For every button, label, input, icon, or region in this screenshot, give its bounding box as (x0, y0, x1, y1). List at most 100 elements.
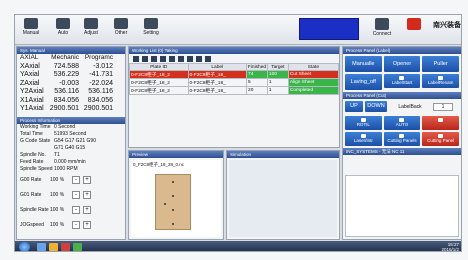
app2-icon[interactable] (73, 243, 82, 251)
drill-hole (172, 195, 174, 197)
alarm-icon (407, 18, 421, 30)
cell-state[interactable]: Completed (287, 86, 340, 95)
prog-value: 536.116 (88, 88, 113, 95)
refresh-icon[interactable] (196, 55, 202, 62)
label-renam-label: LabelRenam (427, 80, 454, 85)
axis-name: YAxial (20, 71, 40, 78)
control-panel: Process Panel (Label) Manualle Opener Pu… (342, 46, 461, 240)
manualle-button[interactable]: Manualle (345, 56, 382, 72)
puller-button[interactable]: Puller (422, 56, 459, 72)
rate-value: 100 % (50, 222, 65, 228)
coord-row: ZAxial -0.003 -22.024 (17, 80, 125, 89)
rate-key: JOGspeed (20, 222, 44, 228)
sort-icon[interactable] (187, 55, 193, 62)
stop-button[interactable] (422, 116, 459, 130)
cell-finished: 74 (246, 70, 268, 79)
table-row[interactable]: 0-F2C8柜子_18_2 0-F2C8柜子_18_ 74 100 Cut Sh… (129, 70, 340, 79)
label-back-text: LabelBack (398, 103, 422, 110)
cutting-panel-button[interactable]: Cutting Panel (422, 132, 459, 146)
folder-icon[interactable] (49, 243, 58, 251)
cell-target: 1 (266, 78, 289, 87)
simulation-canvas[interactable] (229, 160, 337, 237)
rate-row: JOGspeed 100 % - + (17, 218, 125, 233)
rate-minus-button[interactable]: - (72, 191, 80, 199)
cell-label: 0-F2C8柜子_18_ (187, 86, 248, 95)
preview-canvas[interactable]: 0_F2C8柜子_18_28_0.nc (131, 160, 221, 237)
connect-button[interactable]: Connect (367, 17, 397, 43)
remove-icon[interactable] (142, 55, 148, 62)
auto-button[interactable]: Auto (49, 17, 77, 43)
auto-mode-button[interactable]: AUTO (383, 116, 421, 130)
down-button[interactable]: DOWN (365, 101, 387, 112)
label-start-button[interactable]: LabelStart (383, 74, 421, 88)
connect-icon (375, 18, 389, 30)
laser-button[interactable]: Laser/Intr (345, 132, 382, 146)
task-tools (129, 54, 339, 63)
rate-key: G01 Rate (20, 192, 42, 198)
down-icon[interactable] (160, 55, 166, 62)
coordinates-panel: Sys. Manual AXIAL Mechanic Programc XAxi… (16, 46, 126, 240)
rate-minus-button[interactable]: - (72, 206, 80, 214)
up-icon[interactable] (151, 55, 157, 62)
adjust-button[interactable]: Adjust (77, 17, 105, 43)
rate-plus-button[interactable]: + (83, 191, 91, 199)
alarm-button[interactable] (399, 17, 429, 43)
stop-icon (438, 118, 444, 122)
rate-row: G00 Rate 100 % - + (17, 173, 125, 188)
label-back-value[interactable]: 1 (433, 102, 453, 111)
top-icon[interactable] (169, 55, 175, 62)
rate-plus-button[interactable]: + (83, 206, 91, 214)
info-value: G54 G17 G21 G90 (54, 137, 96, 144)
process-title: Process Information (17, 116, 125, 124)
task-header-row: Plate ID Label Finished Target State (129, 63, 340, 71)
cell-state[interactable]: Align Sheet (287, 78, 340, 87)
cutting-panel-label: Cutting Panel (427, 138, 455, 143)
info-key: G Code State (20, 137, 51, 144)
rate-value: 100 % (50, 192, 65, 198)
rate-plus-button[interactable]: + (83, 176, 91, 184)
bottom-icon[interactable] (178, 55, 184, 62)
coord-header-axis: AXIAL (20, 54, 39, 61)
grid-icon[interactable] (205, 55, 211, 62)
cell-label: 0-F2C8柜子_18_ (187, 78, 248, 87)
manual-button[interactable]: Manual (17, 17, 45, 43)
label-button-grid: Manualle Opener Puller Laving_off LabelS… (343, 54, 461, 92)
start-button[interactable] (19, 242, 30, 251)
status-display (299, 18, 359, 40)
info-value: 0.000 mm/min (54, 158, 86, 165)
axis-name: ZAxial (20, 79, 40, 87)
table-row[interactable]: 0-F2C8柜子_18_2 0-F2C8柜子_18_ 5 1 Align She… (129, 78, 340, 87)
simulation-title: Simulation (227, 151, 339, 158)
add-icon[interactable] (133, 55, 139, 62)
other-button[interactable]: Other (107, 17, 135, 43)
rate-minus-button[interactable]: - (72, 176, 80, 184)
coord-header: AXIAL Mechanic Programc (17, 54, 125, 63)
setting-label: Setting (143, 30, 159, 36)
table-row[interactable]: 0-F2C8柜子_18_2 0-F2C8柜子_18_ 20 1 Complete… (129, 86, 340, 95)
explorer-icon[interactable] (37, 243, 46, 251)
label-renam-button[interactable]: LabelRenam (422, 74, 459, 88)
label-start-label: LabelStart (391, 80, 413, 85)
coord-row: YAxial 536.229 -41.731 (17, 71, 125, 80)
app-icon[interactable] (61, 243, 70, 251)
coord-header-mech: Mechanic (51, 54, 79, 61)
cut-button-grid: ROTIL AUTO Laser/Intr Cutting Panels Cut… (343, 114, 461, 148)
opener-button[interactable]: Opener (383, 56, 421, 72)
prog-value: 2900.501 (83, 105, 113, 112)
rate-plus-button[interactable]: + (83, 221, 91, 229)
info-panel-title: INC_SYSTEMS - 无法 NC 11 (343, 148, 461, 155)
clock-date: 2016/1/2 (441, 246, 459, 252)
task-list-panel: Working List (0) Taking Plate ID Label F… (128, 46, 340, 148)
setting-button[interactable]: Setting (137, 17, 165, 43)
up-button[interactable]: UP (345, 101, 363, 112)
axis-name: XAxial (20, 62, 40, 70)
preview-title: Preview (129, 151, 223, 158)
cutting-panels-button[interactable]: Cutting Panels (383, 132, 421, 146)
laving-off-button[interactable]: Laving_off (345, 74, 382, 90)
info-key: Spindle Speed (20, 165, 53, 172)
rate-minus-button[interactable]: - (72, 221, 80, 229)
hand-icon (24, 18, 38, 29)
cell-target: 1 (266, 86, 289, 95)
rotil-button[interactable]: ROTIL (345, 116, 382, 130)
cell-state[interactable]: Cut Sheet (287, 70, 340, 79)
